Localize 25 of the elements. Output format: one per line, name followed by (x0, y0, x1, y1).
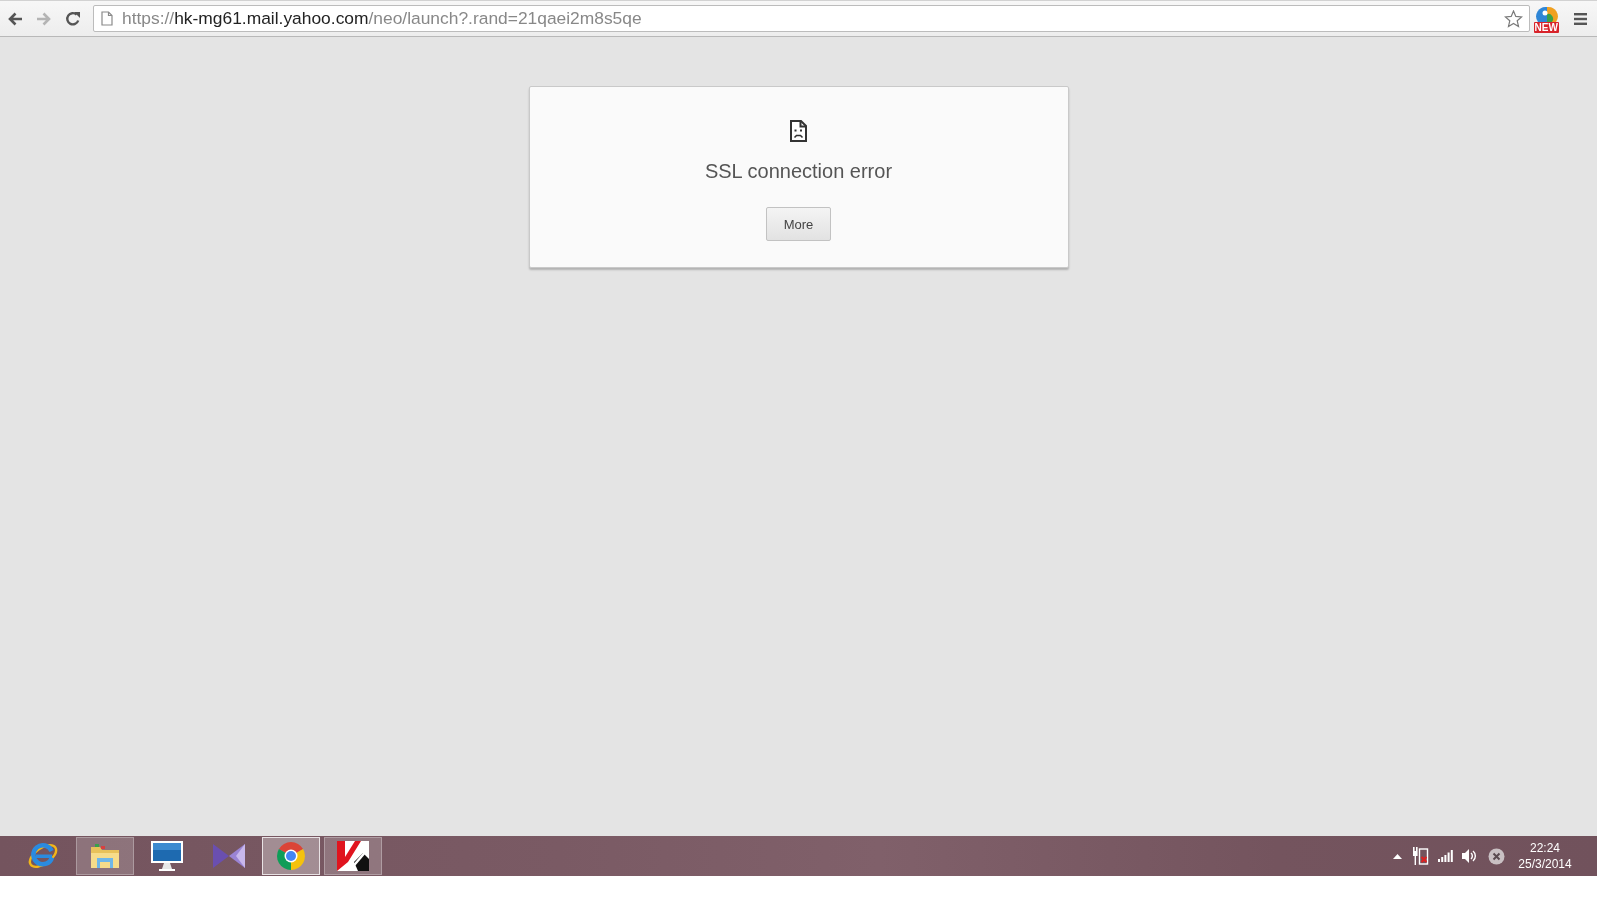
sad-page-icon (790, 120, 807, 142)
signal-bars-icon[interactable] (1437, 850, 1453, 862)
caret-up-icon[interactable] (1392, 853, 1402, 859)
circle-logo-icon (276, 841, 306, 871)
folder-icon (89, 841, 121, 871)
square-logo-icon (336, 840, 370, 872)
menu-icon[interactable] (1573, 12, 1587, 25)
star-icon[interactable] (1504, 9, 1523, 28)
taskbar-button[interactable] (324, 837, 382, 875)
extension-button[interactable]: NEW (1532, 4, 1561, 33)
back-arrow-icon[interactable] (6, 11, 23, 26)
reload-icon[interactable] (64, 10, 81, 27)
clock-date: 25/3/2014 (1518, 856, 1572, 872)
page-icon (101, 11, 113, 26)
clock-time: 22:24 (1529, 840, 1560, 856)
monitor-icon (150, 840, 184, 872)
round-logo-icon (1535, 4, 1558, 23)
more-button[interactable]: More (766, 207, 831, 241)
speaker-icon[interactable] (1461, 848, 1477, 864)
bowtie-icon (212, 842, 246, 870)
address-field[interactable]: https://hk-mg61.mail.yahoo.com/neo/launch?.rand=21qaei2m8s5qe (93, 5, 1530, 32)
url-text: https://hk-mg61.mail.yahoo.com/neo/launch?.rand=21qaei2m8s5qe (122, 8, 643, 29)
power-plug-icon[interactable] (1413, 847, 1429, 865)
close-circle-icon[interactable] (1487, 847, 1505, 865)
error-title: SSL connection error (704, 159, 893, 183)
